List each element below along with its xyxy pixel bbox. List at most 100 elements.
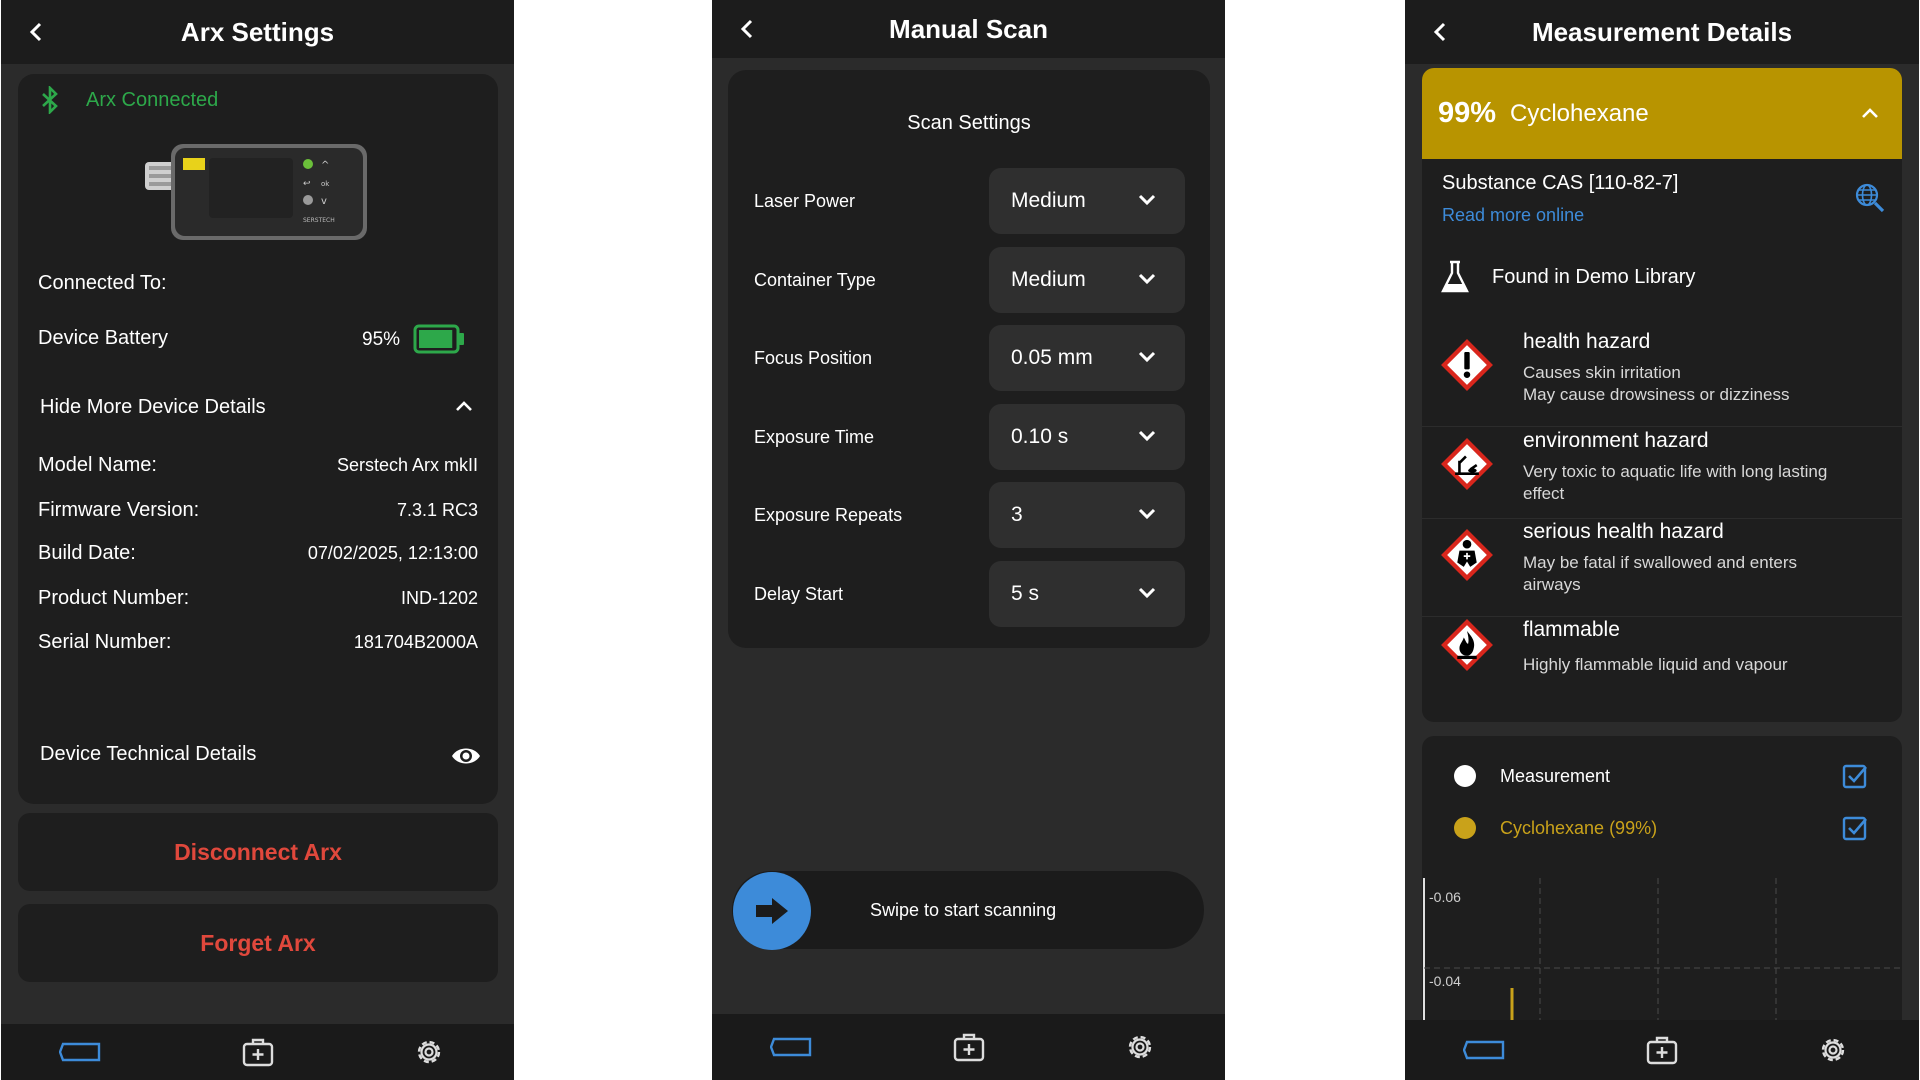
device-icon <box>770 1037 812 1057</box>
legend-label: Cyclohexane (99%) <box>1500 818 1658 838</box>
scan-setting-dropdown[interactable]: 0.05 mm <box>989 325 1185 391</box>
back-button[interactable] <box>21 0 51 64</box>
hazard-row: health hazard Causes skin irritation May c… <box>1422 330 1902 427</box>
disconnect-arx-button[interactable]: Disconnect Arx <box>18 813 498 891</box>
legend-row[interactable]: Measurement <box>1422 754 1902 798</box>
nav-settings[interactable] <box>1809 1030 1857 1070</box>
legend-dot <box>1454 765 1476 787</box>
checkbox-checked-icon[interactable] <box>1842 815 1868 841</box>
medical-kit-icon <box>953 1033 985 1062</box>
back-button[interactable] <box>732 0 762 58</box>
hazard-name: serious health hazard <box>1523 520 1724 543</box>
detail-row: Product Number: IND-1202 <box>18 577 498 617</box>
chevron-left-icon <box>740 19 753 39</box>
back-button[interactable] <box>1425 0 1455 64</box>
nav-device[interactable] <box>768 1027 816 1067</box>
nav-add-scan[interactable] <box>234 1032 282 1072</box>
read-more-link[interactable]: Read more online <box>1442 205 1584 226</box>
scan-setting-label: Exposure Repeats <box>754 505 903 525</box>
nav-add-scan[interactable] <box>1638 1030 1686 1070</box>
checkbox-checked-icon[interactable] <box>1842 763 1868 789</box>
scan-setting-dropdown[interactable]: Medium <box>989 247 1185 313</box>
scan-settings-card: Scan Settings Laser Power Medium Container… <box>728 70 1210 648</box>
serious-health-hazard-icon <box>1441 529 1493 581</box>
hazard-row: serious health hazard May be fatal if swa… <box>1422 520 1902 617</box>
match-percent: 99% <box>1438 97 1497 129</box>
medical-kit-icon <box>242 1038 274 1067</box>
dropdown-value: Medium <box>1011 189 1086 212</box>
legend-label: Measurement <box>1500 766 1611 786</box>
battery-label: Device Battery <box>38 327 169 349</box>
dropdown-value: 0.05 mm <box>1011 346 1093 369</box>
svg-text:v: v <box>321 196 327 207</box>
swipe-to-scan[interactable]: Swipe to start scanning <box>732 871 1204 950</box>
bottom-nav <box>1405 1020 1919 1080</box>
svg-text:^: ^ <box>321 160 329 171</box>
spectrum-chart-svg: -0.06 -0.04 <box>1423 878 1902 1036</box>
detail-row: Serial Number: 181704B2000A <box>18 621 498 661</box>
tech-details-row[interactable]: Device Technical Details <box>18 729 498 785</box>
battery-icon <box>413 324 464 354</box>
nav-device[interactable] <box>57 1032 105 1072</box>
chevron-up-icon <box>1862 108 1878 118</box>
detail-label: Serial Number: <box>38 631 172 653</box>
detail-label: Model Name: <box>38 454 157 476</box>
svg-text:↩: ↩ <box>303 179 311 189</box>
hazard-row: flammable Highly flammable liquid and vap… <box>1440 618 1900 708</box>
detail-value: IND-1202 <box>400 588 478 608</box>
top-bar: Measurement Details <box>1405 0 1919 64</box>
eye-icon <box>452 748 480 764</box>
scan-setting-label: Focus Position <box>754 348 873 368</box>
bottom-nav <box>1 1024 514 1080</box>
nav-device[interactable] <box>1461 1030 1509 1070</box>
page-title: Arx Settings <box>180 16 335 47</box>
library-label: Found in Demo Library <box>1492 266 1696 288</box>
y-tick-label: -0.06 <box>1429 889 1461 905</box>
globe-search-icon[interactable] <box>1854 182 1886 214</box>
cas-label: Substance CAS [110-82-7] <box>1442 172 1679 194</box>
arx-settings-screen: Arx Settings Arx Connected ^ ↩ ok v SERS… <box>1 0 514 1080</box>
scan-setting-dropdown[interactable]: 0.10 s <box>989 404 1185 470</box>
nav-add-scan[interactable] <box>945 1027 993 1067</box>
scan-setting-label: Delay Start <box>754 584 844 604</box>
result-card: 99% Cyclohexane Substance CAS [110-82-7]… <box>1422 68 1902 722</box>
chevron-down-icon <box>1138 430 1156 442</box>
chevron-down-icon <box>1138 508 1156 520</box>
legend-card: Measurement Cyclohexane (99%) -0.06 -0.04 <box>1422 736 1902 1036</box>
swipe-label: Swipe to start scanning <box>870 900 1057 920</box>
hazard-description: Very toxic to aquatic life with long las… <box>1523 462 1828 481</box>
scan-setting-dropdown[interactable]: 3 <box>989 482 1185 548</box>
scan-setting-row: Delay Start 5 s <box>754 561 1194 627</box>
forget-arx-button[interactable]: Forget Arx <box>18 904 498 982</box>
match-header[interactable]: 99% Cyclohexane <box>1422 68 1902 159</box>
hazard-name: flammable <box>1523 618 1620 641</box>
connected-to-label: Connected To: <box>38 272 167 294</box>
legend-row[interactable]: Cyclohexane (99%) <box>1422 806 1902 850</box>
top-bar: Manual Scan <box>712 0 1225 58</box>
scan-setting-dropdown[interactable]: 5 s <box>989 561 1185 627</box>
chevron-down-icon <box>1138 273 1156 285</box>
device-image: ^ ↩ ok v SERSTECH <box>143 140 373 244</box>
hazard-name: environment hazard <box>1523 429 1709 452</box>
measurement-details-screen: Measurement Details 99% Cyclohexane Subs… <box>1405 0 1919 1080</box>
scan-setting-dropdown[interactable]: Medium <box>989 168 1185 234</box>
details-toggle[interactable]: Hide More Device Details <box>18 380 498 436</box>
device-card: Arx Connected ^ ↩ ok v SERSTECH Connecte… <box>18 74 498 804</box>
scan-setting-label: Exposure Time <box>754 427 875 447</box>
nav-settings[interactable] <box>405 1032 453 1072</box>
substance-name: Cyclohexane <box>1510 100 1649 127</box>
page-title: Measurement Details <box>1531 16 1793 47</box>
chevron-left-icon <box>29 22 42 42</box>
tech-details-label: Device Technical Details <box>40 743 257 765</box>
scan-setting-label: Container Type <box>754 270 876 290</box>
detail-value: 7.3.1 RC3 <box>396 500 478 520</box>
detail-row: Model Name: Serstech Arx mkII <box>18 444 498 484</box>
chevron-down-icon <box>1138 194 1156 206</box>
medical-kit-icon <box>1646 1036 1678 1065</box>
dropdown-value: 3 <box>1011 503 1023 526</box>
nav-settings[interactable] <box>1116 1027 1164 1067</box>
swipe-handle[interactable] <box>733 872 811 950</box>
page-title: Manual Scan <box>889 13 1048 44</box>
scan-setting-row: Exposure Time 0.10 s <box>754 404 1194 470</box>
chevron-left-icon <box>1433 22 1446 42</box>
